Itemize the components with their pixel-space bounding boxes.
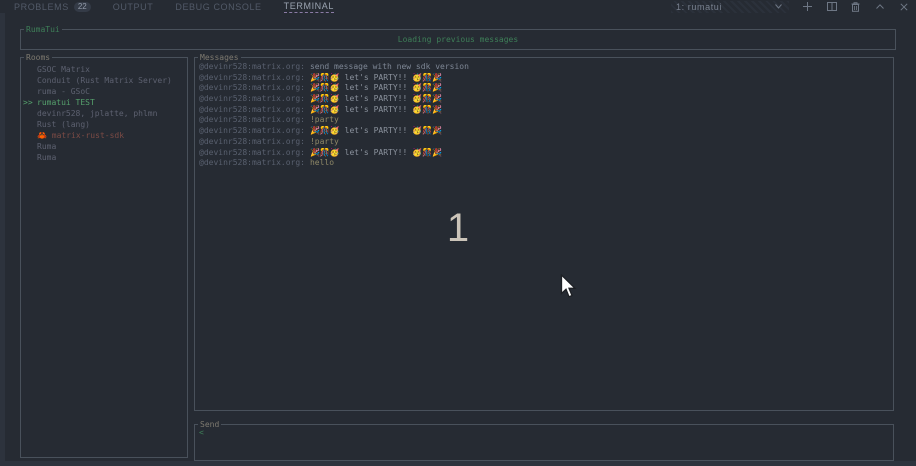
room-item[interactable]: >> 🦀 matrix-rust-sdk — [21, 130, 187, 141]
message-sender: @devinr528:matrix.org: — [199, 158, 305, 167]
rooms-panel[interactable]: Rooms >> GSOC Matrix >> Conduit (Rust Ma… — [20, 57, 188, 458]
message-text: 🎉🎊🥳 let's PARTY!! 🥳🎊🎉 — [310, 83, 442, 92]
trash-icon[interactable] — [850, 1, 861, 12]
message-row: @devinr528:matrix.org: 🎉🎊🥳 let's PARTY!! … — [199, 94, 893, 105]
message-row: @devinr528:matrix.org: 🎉🎊🥳 let's PARTY!! … — [199, 83, 893, 94]
messages-panel[interactable]: Messages @devinr528:matrix.org:send mess… — [194, 57, 894, 411]
message-row: @devinr528:matrix.org: send message with … — [199, 62, 893, 73]
message-sender: @devinr528:matrix.org: — [199, 62, 305, 71]
message-text: send message with new sdk version — [310, 62, 469, 71]
room-label: GSOC Matrix — [37, 64, 90, 75]
room-label: devinr528, jplatte, phlmn — [37, 108, 157, 119]
message-text: 🎉🎊🥳 let's PARTY!! 🥳🎊🎉 — [310, 73, 442, 82]
terminal-picker-value: 1: rumatui — [676, 2, 722, 12]
message-sender: @devinr528:matrix.org: — [199, 94, 305, 103]
rumatui-app-box: RumaTui Loading previous messages — [20, 29, 896, 50]
terminal-controls: 1: rumatui — [671, 0, 909, 13]
message-sender: @devinr528:matrix.org: — [199, 126, 305, 135]
room-item[interactable]: >> devinr528, jplatte, phlmn — [21, 108, 187, 119]
room-item[interactable]: >> Conduit (Rust Matrix Server) — [21, 75, 187, 86]
room-label: Conduit (Rust Matrix Server) — [37, 75, 172, 86]
panel-tab-terminal[interactable]: TERMINAL — [284, 1, 334, 13]
close-icon[interactable] — [898, 1, 909, 12]
chevron-down-icon — [773, 1, 784, 12]
room-label: Ruma — [37, 152, 56, 163]
message-text: 🎉🎊🥳 let's PARTY!! 🥳🎊🎉 — [310, 148, 442, 157]
room-item[interactable]: >> ruma - GSoC — [21, 86, 187, 97]
tab-label: OUTPUT — [113, 2, 154, 12]
room-label: ruma - GSoC — [37, 86, 90, 97]
selection-marker: >> — [21, 97, 37, 108]
panel-left-edge — [0, 13, 5, 466]
message-row: @devinr528:matrix.org: 🎉🎊🥳 let's PARTY!! … — [199, 126, 893, 137]
room-item[interactable]: >> Ruma — [21, 141, 187, 152]
room-item[interactable]: >> GSOC Matrix — [21, 64, 187, 75]
split-terminal-icon[interactable] — [826, 1, 837, 12]
message-sender: @devinr528:matrix.org: — [199, 115, 305, 124]
message-text: 🎉🎊🥳 let's PARTY!! 🥳🎊🎉 — [310, 94, 442, 103]
tab-label: PROBLEMS — [14, 2, 69, 12]
panel-bottom-edge — [0, 461, 916, 466]
panel-tab-bar: PROBLEMS 22 OUTPUT DEBUG CONSOLE TERMINA… — [0, 0, 916, 13]
message-text: !party — [310, 115, 339, 124]
message-sender: @devinr528:matrix.org: — [199, 105, 305, 114]
message-text: hello — [310, 158, 334, 167]
message-row: @devinr528:matrix.org: 🎉🎊🥳 let's PARTY!! … — [199, 148, 893, 159]
send-title: Send — [198, 420, 221, 429]
problems-count-badge: 22 — [74, 2, 91, 12]
send-prompt: < — [195, 425, 893, 437]
loading-status: Loading previous messages — [21, 30, 895, 49]
rooms-title: Rooms — [24, 53, 52, 62]
message-sender: @devinr528:matrix.org: — [199, 83, 305, 92]
message-text: 🎉🎊🥳 let's PARTY!! 🥳🎊🎉 — [310, 126, 442, 135]
message-row: @devinr528:matrix.org: 🎉🎊🥳 let's PARTY!! … — [199, 105, 893, 116]
panel-tab-problems[interactable]: PROBLEMS 22 — [14, 1, 91, 13]
message-row: @devinr528:matrix.org: !party — [199, 115, 893, 126]
send-input[interactable]: Send < — [194, 424, 894, 461]
room-item[interactable]: >> Rust (lang) — [21, 119, 187, 130]
panel-tab-debug-console[interactable]: DEBUG CONSOLE — [175, 1, 261, 13]
room-item[interactable]: >> Ruma — [21, 152, 187, 163]
tab-label: DEBUG CONSOLE — [175, 2, 261, 12]
room-item[interactable]: >> rumatui TEST — [21, 97, 187, 108]
message-text: 🎉🎊🥳 let's PARTY!! 🥳🎊🎉 — [310, 105, 442, 114]
terminal-picker[interactable]: 1: rumatui — [671, 1, 789, 13]
new-terminal-icon[interactable] — [802, 1, 813, 12]
message-row: @devinr528:matrix.org: !party — [199, 137, 893, 148]
message-sender: @devinr528:matrix.org: — [199, 148, 305, 157]
room-label: rumatui TEST — [37, 97, 95, 108]
message-row: @devinr528:matrix.org: 🎉🎊🥳 let's PARTY!! … — [199, 73, 893, 84]
room-label: 🦀 matrix-rust-sdk — [37, 130, 124, 141]
app-title: RumaTui — [24, 25, 62, 34]
tab-label: TERMINAL — [284, 1, 334, 11]
messages-list: @devinr528:matrix.org: send message with … — [195, 58, 893, 169]
panel-tabs: PROBLEMS 22 OUTPUT DEBUG CONSOLE TERMINA… — [0, 1, 334, 13]
message-text: !party — [310, 137, 339, 146]
chevron-up-icon[interactable] — [874, 1, 885, 12]
message-sender: @devinr528:matrix.org: — [199, 73, 305, 82]
room-label: Rust (lang) — [37, 119, 90, 130]
rooms-list: >> GSOC Matrix >> Conduit (Rust Matrix S… — [21, 58, 187, 163]
messages-title: Messages — [198, 53, 241, 62]
panel-tab-output[interactable]: OUTPUT — [113, 1, 154, 13]
message-sender: @devinr528:matrix.org: — [199, 137, 305, 146]
message-row: @devinr528:matrix.org: hello — [199, 158, 893, 169]
room-label: Ruma — [37, 141, 56, 152]
